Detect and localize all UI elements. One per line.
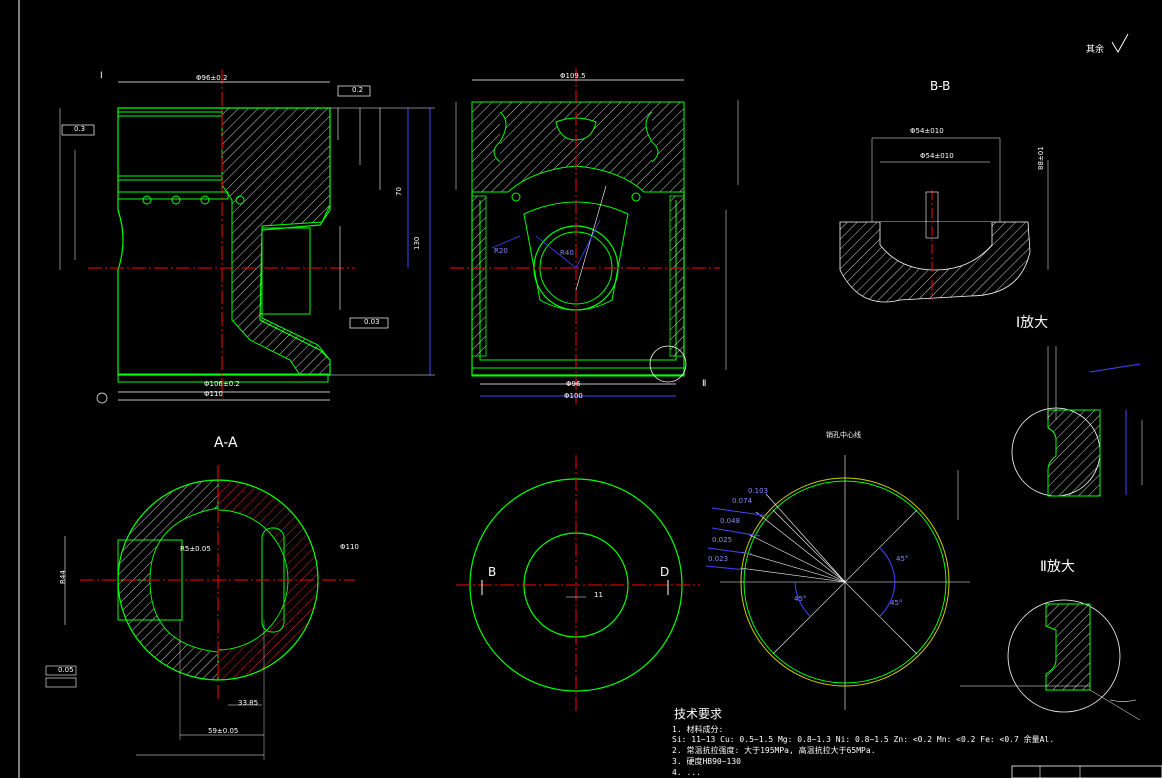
dim-bb-1: Φ54±010 xyxy=(910,127,944,135)
radial-2: 0.074 xyxy=(732,497,753,505)
radial-1: 0.103 xyxy=(748,487,769,495)
bb-section-view xyxy=(839,137,1049,303)
pin-center-label: 销孔中心线 xyxy=(826,431,861,439)
roughness-symbol xyxy=(1111,33,1129,53)
dim-height-130: 130 xyxy=(413,236,421,250)
dim-mid-top: Φ109.5 xyxy=(560,72,586,80)
tolerance-1: 0.2 xyxy=(352,86,364,94)
tech-note-line: 1. 材料成分: xyxy=(672,725,724,734)
section-mark-d: D xyxy=(660,565,670,579)
tech-note-line: Si: 11~13 Cu: 0.5~1.5 Mg: 0.8~1.3 Ni: 0.… xyxy=(672,735,1055,744)
angle-2: 45° xyxy=(890,599,903,607)
roughness-label: 其余 xyxy=(1086,45,1105,55)
detail-2-title: Ⅱ放大 xyxy=(1040,559,1075,575)
ovality-view xyxy=(705,455,970,710)
dim-r-mid: R40 xyxy=(560,249,574,257)
detail-2-view xyxy=(960,599,1141,721)
radial-3: 0.048 xyxy=(720,517,741,525)
tolerance-3: 0.03 xyxy=(364,318,380,326)
dim-bb-3: 88±01 xyxy=(1037,146,1045,170)
dim-mid-bottom-1: Φ96 xyxy=(566,380,581,388)
tech-note-line: 2. 常温抗拉强度: 大于195MPa, 高温抗拉大于65MPa. xyxy=(672,746,876,755)
drawing-canvas xyxy=(18,0,1162,778)
dim-r-small: R20 xyxy=(494,247,508,255)
radial-4: 0.025 xyxy=(712,536,733,544)
aa-section-title: A-A xyxy=(214,435,238,451)
angle-1: 45° xyxy=(896,555,909,563)
tolerance-4: 0.05 xyxy=(58,666,74,674)
side-section-view xyxy=(450,68,739,404)
dim-left-bottom-1: Φ106±0.2 xyxy=(204,380,240,388)
radial-5: 0.023 xyxy=(708,555,729,563)
detail-1-view xyxy=(1011,346,1143,497)
title-block xyxy=(1011,765,1162,778)
dim-aa-bottom-2: 59±0.05 xyxy=(208,727,239,735)
dim-circle-center: 11 xyxy=(594,591,603,599)
marker-2: Ⅱ xyxy=(702,379,707,389)
bb-section-title: B-B xyxy=(930,79,951,93)
section-mark-b: B xyxy=(488,565,497,579)
aa-section-view xyxy=(45,465,355,760)
detail-1-title: Ⅰ放大 xyxy=(1016,315,1049,331)
dim-mid-bottom-2: Φ100 xyxy=(564,392,583,400)
tech-note-line: 3. 硬度HB90~130 xyxy=(672,757,741,766)
tolerance-2: 0.3 xyxy=(74,125,86,133)
tech-note-line: 4. ... xyxy=(672,768,701,777)
dim-aa-left: R44 xyxy=(59,570,67,584)
tech-notes-title: 技术要求 xyxy=(674,707,723,721)
dim-aa-right: Φ110 xyxy=(340,543,359,551)
front-section-view xyxy=(59,70,435,404)
dim-aa-mid: R5±0.05 xyxy=(180,545,211,553)
dim-aa-bottom-1: 33.85 xyxy=(238,699,259,707)
dim-height-70: 70 xyxy=(395,187,403,196)
angle-3: 45° xyxy=(794,595,807,603)
dim-left-top: Φ96±0.2 xyxy=(196,74,228,82)
top-view xyxy=(456,455,700,712)
dim-left-bottom-2: Φ110 xyxy=(204,390,223,398)
marker-1: Ⅰ xyxy=(100,71,103,81)
dim-bb-2: Φ54±010 xyxy=(920,152,954,160)
